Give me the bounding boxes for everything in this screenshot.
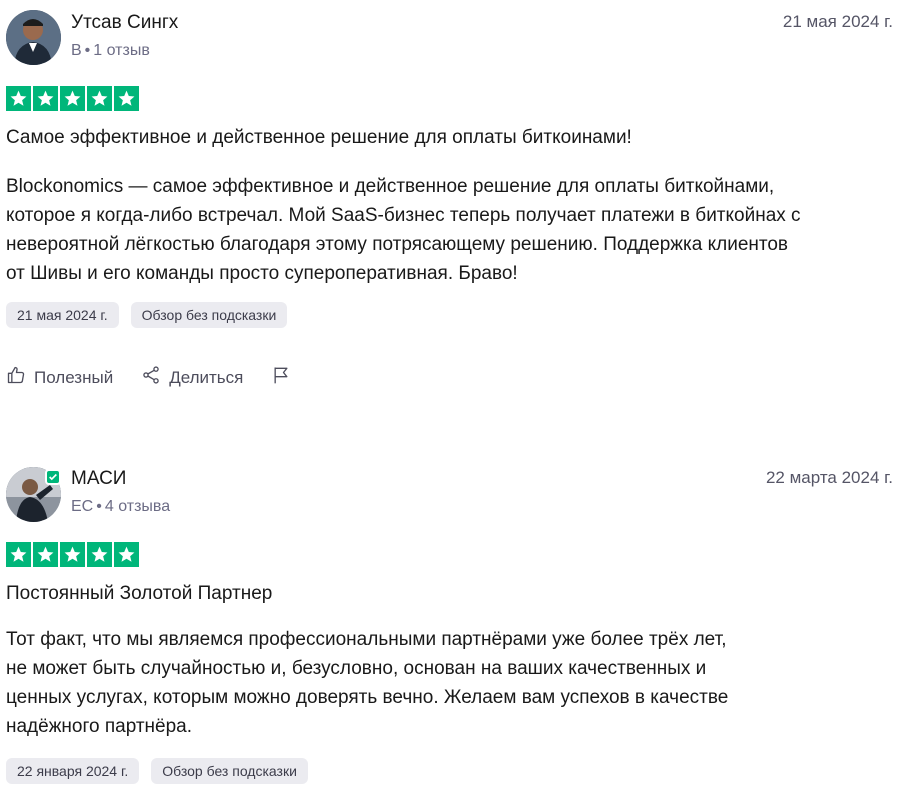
review-body: Тот факт, что мы являемся профессиональн… xyxy=(6,625,886,741)
review-chips: 21 мая 2024 г. Обзор без подсказки xyxy=(6,302,288,328)
star-icon xyxy=(6,542,31,567)
unprompted-review-chip[interactable]: Обзор без подсказки xyxy=(151,758,308,784)
star-icon xyxy=(87,542,112,567)
reviewer-meta: В • 1 отзыв xyxy=(71,42,150,60)
avatar[interactable] xyxy=(6,10,61,65)
star-icon xyxy=(60,86,85,111)
unprompted-review-chip[interactable]: Обзор без подсказки xyxy=(130,302,288,328)
share-icon xyxy=(141,365,161,390)
review-body-line: Blockonomics — самое эффективное и дейст… xyxy=(6,176,775,197)
helpful-label: Полезный xyxy=(34,367,114,387)
review-date: 21 мая 2024 г. xyxy=(782,12,893,31)
flag-icon xyxy=(271,364,291,391)
share-button[interactable]: Делиться xyxy=(141,365,243,390)
review-body-line: надёжного партнёра. xyxy=(6,716,193,737)
review-chips: 22 января 2024 г. Обзор без подсказки xyxy=(6,758,308,784)
separator-dot: • xyxy=(96,498,102,515)
review-body-line: не может быть случайностью и, безусловно… xyxy=(6,658,707,679)
star-rating xyxy=(6,86,139,111)
reviewer-name[interactable]: МАСИ xyxy=(71,468,126,490)
experience-date-chip: 22 января 2024 г. xyxy=(6,758,140,784)
star-icon xyxy=(114,86,139,111)
review-body: Blockonomics — самое эффективное и дейст… xyxy=(6,172,886,288)
review-body-line: невероятной лёгкостью благодаря этому по… xyxy=(6,234,789,255)
star-icon xyxy=(87,86,112,111)
star-rating xyxy=(6,542,139,567)
reviewer-meta: ЕС • 4 отзыва xyxy=(71,498,170,516)
star-icon xyxy=(6,86,31,111)
verified-badge xyxy=(45,469,61,485)
review-body-line: которое я когда-либо встречал. Мой SaaS-… xyxy=(6,205,801,226)
reviewer-review-count: 4 отзыва xyxy=(104,498,171,515)
share-label: Делиться xyxy=(169,367,244,387)
review-actions: Полезный Делиться xyxy=(6,364,319,391)
helpful-button[interactable]: Полезный xyxy=(6,365,113,390)
experience-date-chip: 21 мая 2024 г. xyxy=(6,302,119,328)
reviewer-country: ЕС xyxy=(71,498,94,515)
report-button[interactable] xyxy=(271,364,291,391)
review-body-line: Тот факт, что мы являемся профессиональн… xyxy=(6,629,727,650)
reviewer-review-count: 1 отзыв xyxy=(93,42,150,59)
star-icon xyxy=(33,542,58,567)
reviewer-country: В xyxy=(71,42,82,59)
review-date: 22 марта 2024 г. xyxy=(765,468,893,487)
separator-dot: • xyxy=(84,42,91,59)
review-body-line: от Шивы и его команды просто супероперат… xyxy=(6,263,518,284)
star-icon xyxy=(114,542,139,567)
thumbs-up-icon xyxy=(6,365,26,390)
reviewer-name[interactable]: Утсав Сингх xyxy=(71,12,178,34)
star-icon xyxy=(60,542,85,567)
review-title[interactable]: Постоянный Золотой Партнер xyxy=(6,583,272,605)
star-icon xyxy=(33,86,58,111)
review-title[interactable]: Самое эффективное и действенное решение … xyxy=(6,127,632,149)
review-body-line: ценных услугах, которым можно доверять в… xyxy=(6,687,729,708)
